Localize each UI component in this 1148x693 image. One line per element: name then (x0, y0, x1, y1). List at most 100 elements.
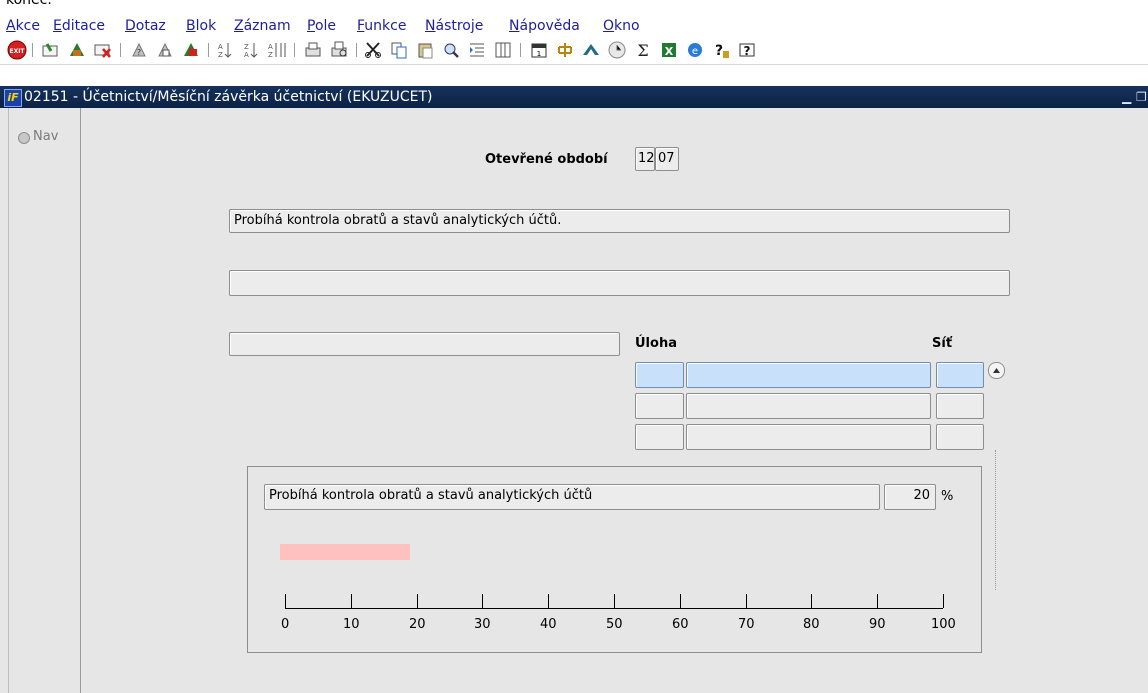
menu-dotaz[interactable]: Dotaz (125, 18, 166, 34)
paste-icon[interactable] (414, 39, 436, 61)
scale-tick (877, 594, 878, 608)
columns-icon[interactable] (492, 39, 514, 61)
grid-row-3-code[interactable] (635, 424, 684, 450)
status-line-3[interactable] (229, 332, 620, 356)
search-edit-icon[interactable] (440, 39, 462, 61)
sort-descending-icon[interactable]: ZA (240, 39, 262, 61)
menu-funkce[interactable]: Funkce (357, 18, 406, 34)
menu-pole[interactable]: Pole (307, 18, 336, 34)
scale-tick (548, 594, 549, 608)
query-icon[interactable]: ? (128, 39, 150, 61)
scale-tick-label: 100 (931, 617, 956, 632)
grid-row-1-task[interactable] (686, 362, 931, 388)
menu-blok[interactable]: Blok (186, 18, 216, 34)
menu-zaznam[interactable]: Záznam (234, 18, 291, 34)
help-icon[interactable]: ? (736, 39, 758, 61)
status-line-1[interactable]: Probíhá kontrola obratů a stavů analytic… (229, 209, 1010, 233)
help-users-icon[interactable]: ? (710, 39, 732, 61)
menu-editace[interactable]: Editace (53, 18, 105, 34)
grid-scrollbar[interactable] (987, 362, 1005, 602)
progress-percent-field: 20 (884, 484, 936, 510)
indent-icon[interactable] (466, 39, 488, 61)
svg-text:?: ? (744, 44, 751, 58)
scale-tick (943, 594, 944, 608)
period-month-field[interactable]: 12 (635, 147, 655, 171)
menu-bar: Akce Editace Dotaz Blok Záznam Pole Funk… (0, 16, 1148, 36)
sort-multiple-icon[interactable]: AZ (266, 39, 288, 61)
sort-ascending-icon[interactable]: AZ (214, 39, 236, 61)
print-icon[interactable] (302, 39, 324, 61)
scroll-up-icon[interactable] (988, 362, 1005, 379)
window-title-bar[interactable]: iF 02151 - Účetnictví/Měsíční závěrka úč… (0, 86, 1148, 108)
scale-tick-label: 20 (409, 617, 426, 632)
save-record-icon[interactable] (66, 39, 88, 61)
restore-icon[interactable]: ❐ (1136, 90, 1147, 104)
scale-tick-label: 40 (540, 617, 557, 632)
grid-row-1-net[interactable] (936, 362, 984, 388)
progress-percent-value: 20 (913, 488, 930, 503)
svg-text:Σ: Σ (637, 41, 648, 60)
grid-row-3-net[interactable] (936, 424, 984, 450)
grid-row-2-code[interactable] (635, 393, 684, 419)
menu-napoveda[interactable]: Nápověda (509, 18, 580, 34)
delete-record-icon[interactable] (92, 39, 114, 61)
progress-message: Probíhá kontrola obratů a stavů analytic… (269, 488, 593, 503)
exit-icon[interactable]: EXIT (6, 39, 28, 61)
grid-row-3-task[interactable] (686, 424, 931, 450)
scale-tick (351, 594, 352, 608)
insert-record-icon[interactable] (40, 39, 62, 61)
progress-scale-axis (285, 608, 943, 609)
form-canvas: Nav Otevřené období 12 07 Probíhá kontro… (0, 108, 1148, 693)
copy-icon[interactable] (388, 39, 410, 61)
clock-icon[interactable] (606, 39, 628, 61)
excel-icon[interactable]: X (658, 39, 680, 61)
scale-tick (417, 594, 418, 608)
svg-text:?: ? (137, 48, 141, 57)
scale-tick (680, 594, 681, 608)
svg-text:Z: Z (268, 51, 273, 59)
toolbar: EXIT ? AZ ZA AZ 1 Σ X e ? ? (0, 36, 1148, 65)
svg-text:Z: Z (244, 43, 249, 51)
grid-row-1-code[interactable] (635, 362, 684, 388)
scroll-track[interactable] (995, 450, 997, 590)
scale-tick (285, 594, 286, 608)
scale-tick (482, 594, 483, 608)
calendar-icon[interactable]: 1 (528, 39, 550, 61)
progress-panel: Probíhá kontrola obratů a stavů analytic… (247, 466, 982, 653)
grid-row-2-net[interactable] (936, 393, 984, 419)
tree-icon[interactable] (554, 39, 576, 61)
sum-icon[interactable]: Σ (632, 39, 654, 61)
menu-akce[interactable]: Akce (6, 18, 40, 34)
svg-text:A: A (268, 43, 273, 51)
progress-bar-fill (280, 544, 410, 560)
clipped-top-text: konec. (6, 0, 52, 8)
status-line-2[interactable] (229, 270, 1010, 296)
svg-text:X: X (665, 45, 674, 58)
period-label: Otevřené období (485, 152, 608, 167)
svg-text:1: 1 (537, 50, 541, 58)
cut-icon[interactable] (362, 39, 384, 61)
svg-text:e: e (692, 46, 698, 57)
minimize-icon[interactable]: ▁ (1122, 90, 1131, 104)
scale-tick-label: 80 (803, 617, 820, 632)
browser-icon[interactable]: e (684, 39, 706, 61)
svg-text:A: A (244, 51, 249, 59)
app-logo-icon: iF (4, 89, 22, 107)
svg-text:EXIT: EXIT (9, 48, 25, 55)
scale-tick-label: 30 (474, 617, 491, 632)
progress-message-field: Probíhá kontrola obratů a stavů analytic… (264, 484, 880, 510)
status-line-1-text: Probíhá kontrola obratů a stavů analytic… (234, 213, 562, 228)
scale-tick (746, 594, 747, 608)
nav-panel: Nav (8, 108, 81, 693)
enter-query-icon[interactable] (154, 39, 176, 61)
period-year-field[interactable]: 07 (655, 147, 679, 171)
print-preview-icon[interactable] (328, 39, 350, 61)
nav-radio-button[interactable] (18, 132, 30, 144)
grid-row-2-task[interactable] (686, 393, 931, 419)
scale-tick-label: 0 (281, 617, 290, 632)
execute-query-icon[interactable] (180, 39, 202, 61)
triangle-icon[interactable] (580, 39, 602, 61)
scale-tick-label: 90 (869, 617, 886, 632)
menu-nastroje[interactable]: Nástroje (425, 18, 483, 34)
menu-okno[interactable]: Okno (603, 18, 640, 34)
